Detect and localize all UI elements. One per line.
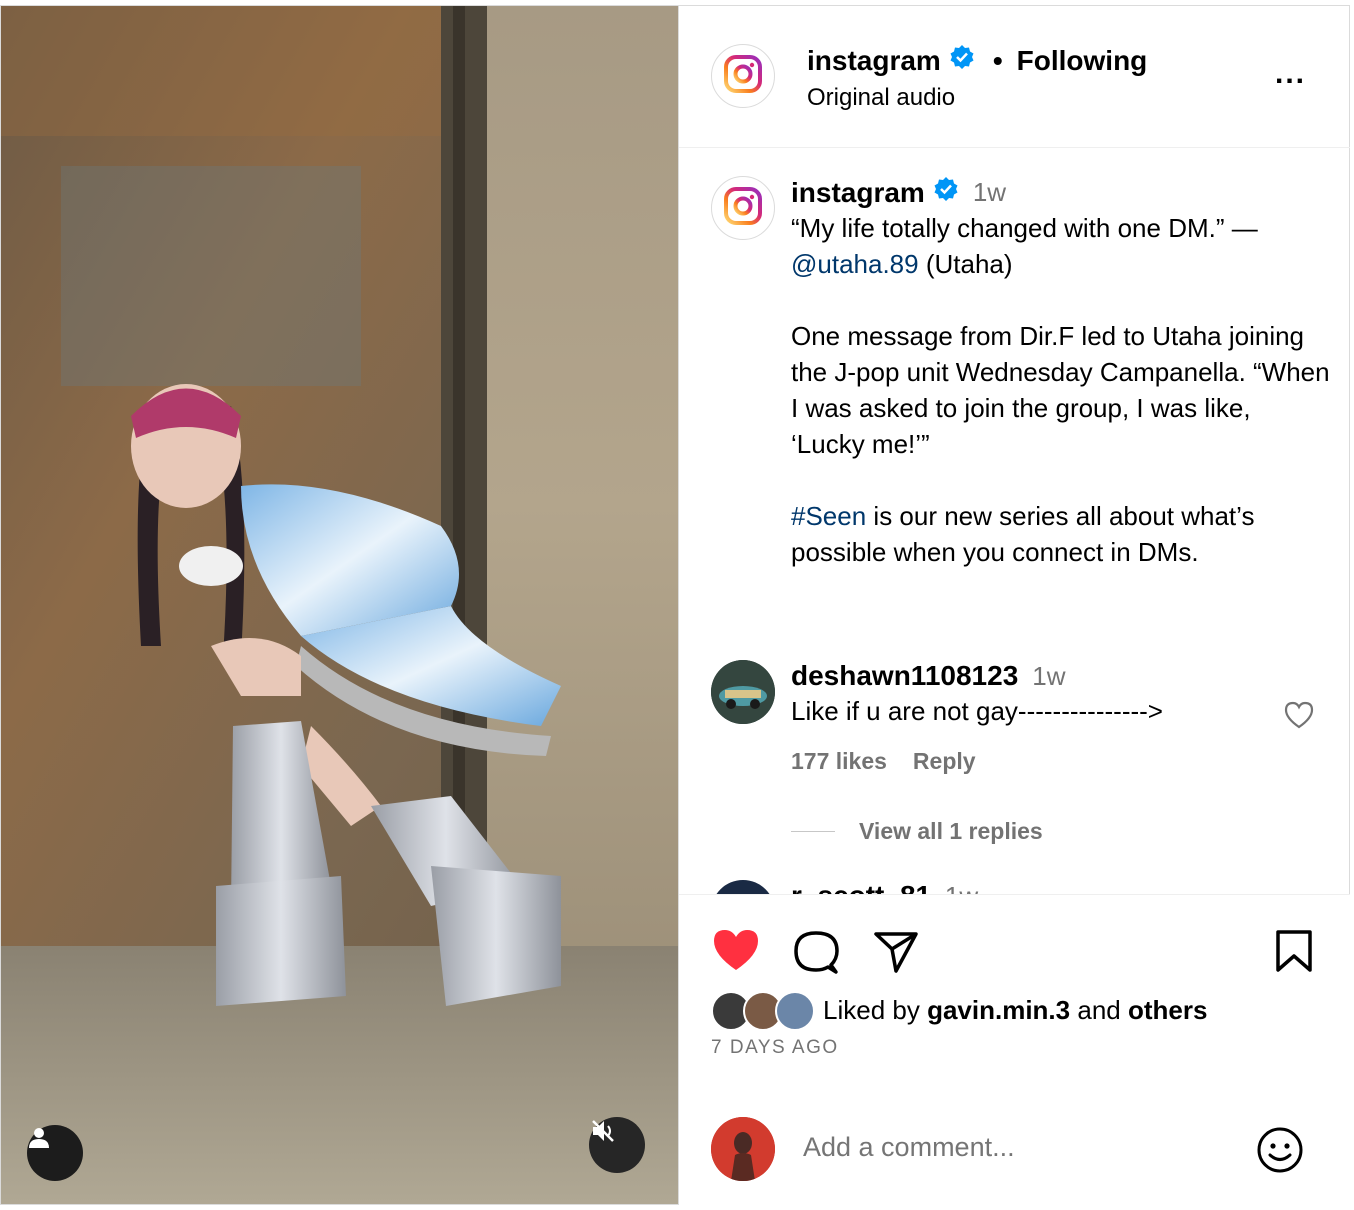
- liked-by-middle: and: [1077, 994, 1121, 1025]
- comment-meta: 177 likes Reply: [791, 748, 976, 775]
- caption-username-row: instagram 1w: [791, 176, 1006, 209]
- verified-badge-icon: [949, 44, 975, 77]
- heart-icon[interactable]: [711, 927, 761, 978]
- comment-username-row: r_scott_81 1w: [791, 880, 978, 894]
- caption-avatar[interactable]: [711, 176, 775, 240]
- commenter-avatar[interactable]: [711, 660, 775, 724]
- post-frame: instagram • Following Original audio ...: [0, 5, 1350, 1205]
- replies-divider: [791, 831, 835, 832]
- following-button[interactable]: Following: [1017, 45, 1148, 77]
- liked-by-prefix: Liked by: [823, 994, 920, 1025]
- commenter-avatar[interactable]: [711, 880, 775, 894]
- comment-username[interactable]: r_scott_81: [791, 880, 931, 894]
- liked-by-others[interactable]: others: [1128, 995, 1207, 1026]
- share-icon[interactable]: [873, 929, 919, 980]
- header-username-row: instagram • Following: [807, 44, 1147, 77]
- header-separator: •: [992, 44, 1003, 76]
- comment-reply-button[interactable]: Reply: [913, 748, 976, 775]
- mention-suffix: (Utaha): [918, 249, 1013, 279]
- more-options-icon[interactable]: ...: [1275, 59, 1306, 89]
- comment-username[interactable]: deshawn1108123: [791, 660, 1018, 692]
- liker-avatar: [775, 991, 815, 1031]
- comment-text: Like if u are not gay--------------->: [791, 696, 1163, 726]
- view-replies-label: View all 1 replies: [859, 818, 1043, 844]
- mute-audio-button[interactable]: [589, 1117, 645, 1173]
- author-username[interactable]: instagram: [807, 45, 941, 77]
- emoji-icon[interactable]: [1255, 1125, 1305, 1180]
- comment-icon[interactable]: [793, 929, 839, 980]
- caption-line1: “My life totally changed with one DM.” —: [791, 213, 1258, 243]
- liked-by-avatars: [711, 991, 815, 1031]
- post-media[interactable]: [1, 6, 678, 1204]
- comment-time: 1w: [945, 881, 978, 894]
- mention-link[interactable]: @utaha.89: [791, 249, 919, 279]
- caption-time: 1w: [972, 177, 1007, 207]
- comment-username-row: deshawn1108123 1w: [791, 660, 1066, 692]
- instagram-logo-icon: [723, 54, 763, 99]
- caption-username[interactable]: instagram: [791, 177, 925, 209]
- verified-badge-icon: [933, 176, 959, 209]
- add-comment-row: [679, 1117, 1350, 1205]
- comments-section[interactable]: instagram 1w “My life totally changed wi…: [679, 148, 1350, 894]
- current-user-avatar: [711, 1117, 775, 1181]
- comment-like-icon[interactable]: [1283, 700, 1315, 735]
- comment-likes-count[interactable]: 177 likes: [791, 748, 887, 775]
- post-photo: [1, 6, 678, 1204]
- post-date: 7 DAYS AGO: [711, 1037, 839, 1058]
- liked-by-user[interactable]: gavin.min.3: [927, 995, 1070, 1026]
- caption-text: “My life totally changed with one DM.” —…: [791, 210, 1331, 570]
- post-header: instagram • Following Original audio ...: [679, 6, 1350, 148]
- hashtag-link[interactable]: #Seen: [791, 501, 866, 531]
- author-avatar[interactable]: [711, 44, 775, 108]
- view-replies-button[interactable]: View all 1 replies: [791, 818, 1043, 845]
- post-details-panel: instagram • Following Original audio ...: [678, 6, 1350, 1205]
- liked-by-row[interactable]: Liked by gavin.min.3 and others: [711, 991, 1207, 1031]
- original-audio-link[interactable]: Original audio: [807, 84, 955, 112]
- add-comment-input[interactable]: [801, 1131, 1225, 1164]
- user-tag-button[interactable]: [27, 1125, 83, 1181]
- bookmark-icon[interactable]: [1275, 929, 1313, 978]
- post-actions: Liked by gavin.min.3 and others 7 DAYS A…: [679, 894, 1350, 1205]
- comment-time: 1w: [1032, 661, 1066, 691]
- caption-paragraph-2: One message from Dir.F led to Utaha join…: [791, 321, 1337, 459]
- instagram-logo-icon: [723, 186, 763, 231]
